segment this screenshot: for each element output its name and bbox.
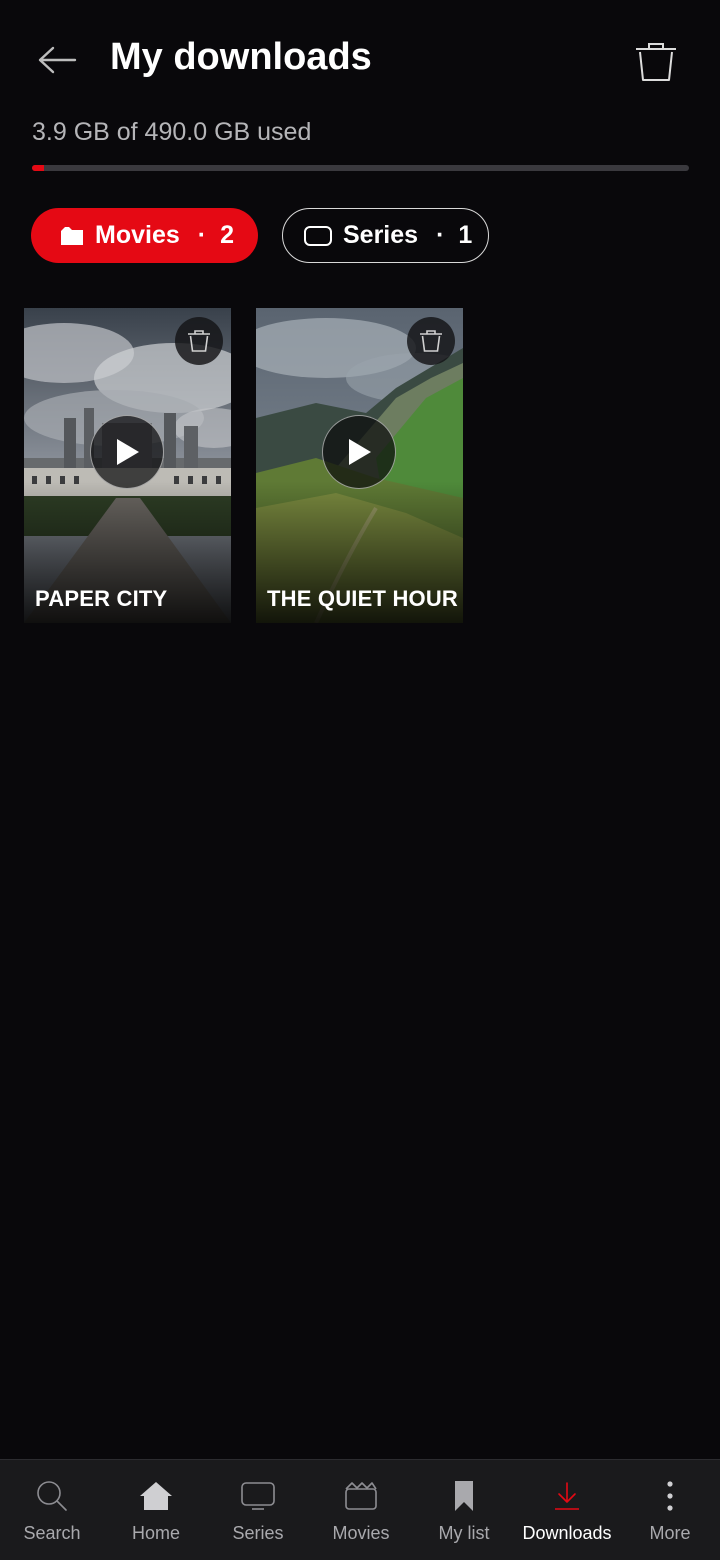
filter-chip-separator: · [436,221,445,249]
download-icon [547,1478,587,1514]
filter-chip-count: 2 [220,221,234,249]
storage-usage-fill [32,165,44,171]
nav-label: Series [232,1523,284,1543]
home-icon [136,1478,176,1514]
nav-item-home[interactable]: Home [106,1460,206,1560]
trash-icon [636,43,676,81]
download-title: THE QUIET HOUR [267,586,459,611]
storage-usage-text: 3.9 GB of 490.0 GB used [32,118,312,146]
bottom-navigation: Search Home Series Movies My list Downlo… [0,1459,720,1560]
nav-item-movies[interactable]: Movies [311,1460,411,1560]
page-title: My downloads [110,36,372,78]
delete-download-button[interactable] [175,317,223,365]
tv-icon [303,225,333,247]
delete-all-button[interactable] [634,40,678,84]
nav-item-series[interactable]: Series [208,1460,308,1560]
download-title: PAPER CITY [35,586,168,611]
trash-icon [188,330,210,352]
nav-label: Home [131,1523,180,1543]
nav-item-my-list[interactable]: My list [414,1460,514,1560]
clapper-icon [341,1478,381,1514]
bookmark-icon [444,1478,484,1514]
filter-chip-series[interactable]: Series · 1 [282,208,489,263]
nav-label: Search [23,1523,81,1543]
filter-chip-count: 1 [458,221,473,249]
nav-label: Downloads [522,1523,612,1543]
nav-item-downloads[interactable]: Downloads [515,1460,619,1560]
back-button[interactable] [36,40,78,80]
play-icon [117,439,139,465]
filter-chip-label: Series [343,221,419,249]
play-icon [349,439,371,465]
nav-label: More [649,1523,691,1543]
tv-icon [238,1478,278,1514]
more-vertical-icon [650,1478,690,1514]
play-button[interactable] [322,415,396,489]
trash-icon [420,330,442,352]
nav-label: Movies [332,1523,390,1543]
downloads-screen: My downloads 3.9 GB of 490.0 GB used Mov… [0,0,720,1560]
nav-item-more[interactable]: More [620,1460,720,1560]
arrow-left-icon [38,46,77,74]
search-icon [32,1478,72,1514]
delete-download-button[interactable] [407,317,455,365]
storage-usage-bar [32,165,689,171]
download-card[interactable]: PAPER CITY [24,308,231,623]
nav-label: My list [438,1523,490,1543]
filter-chip-separator: · [197,221,207,249]
download-card[interactable]: THE QUIET HOUR [256,308,463,623]
filter-chip-movies[interactable]: Movies · 2 [31,208,258,263]
folder-icon [59,225,85,247]
filter-chip-label: Movies [95,221,180,249]
play-button[interactable] [90,415,164,489]
nav-item-search[interactable]: Search [2,1460,102,1560]
